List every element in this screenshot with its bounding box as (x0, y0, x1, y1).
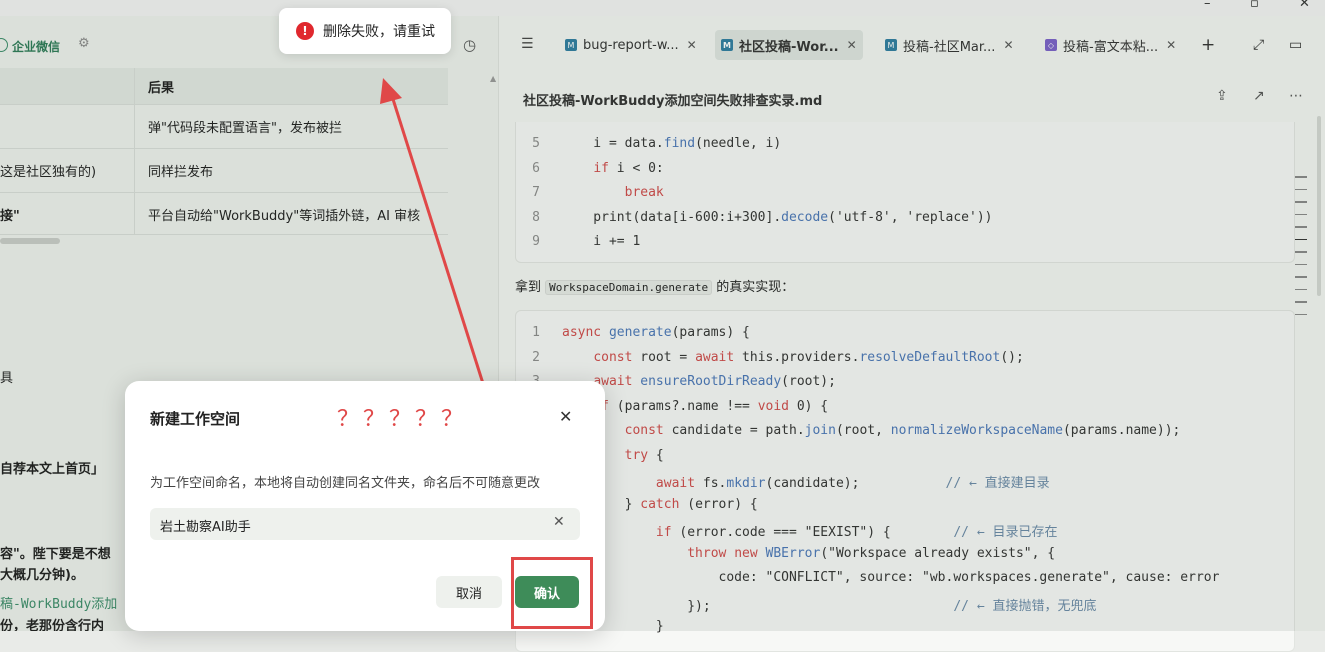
cancel-button[interactable]: 取消 (436, 576, 502, 608)
toast-message: 删除失败，请重试 (323, 24, 435, 40)
error-icon: ! (296, 22, 314, 40)
workspace-name-input[interactable]: 岩土勘察AI助手 ✕ (150, 508, 580, 540)
close-icon[interactable]: ✕ (559, 407, 572, 426)
error-toast: ! 删除失败，请重试 (279, 8, 451, 54)
dialog-title: 新建工作空间 (150, 410, 241, 428)
dialog-description: 为工作空间命名，本地将自动创建同名文件夹，命名后不可随意更改 (150, 476, 541, 491)
input-value: 岩土勘察AI助手 (160, 520, 251, 535)
annotation-highlight-box (511, 557, 593, 629)
clear-input-icon[interactable]: ✕ (553, 514, 565, 530)
annotation-question-marks: ？？？？？ (337, 407, 468, 432)
